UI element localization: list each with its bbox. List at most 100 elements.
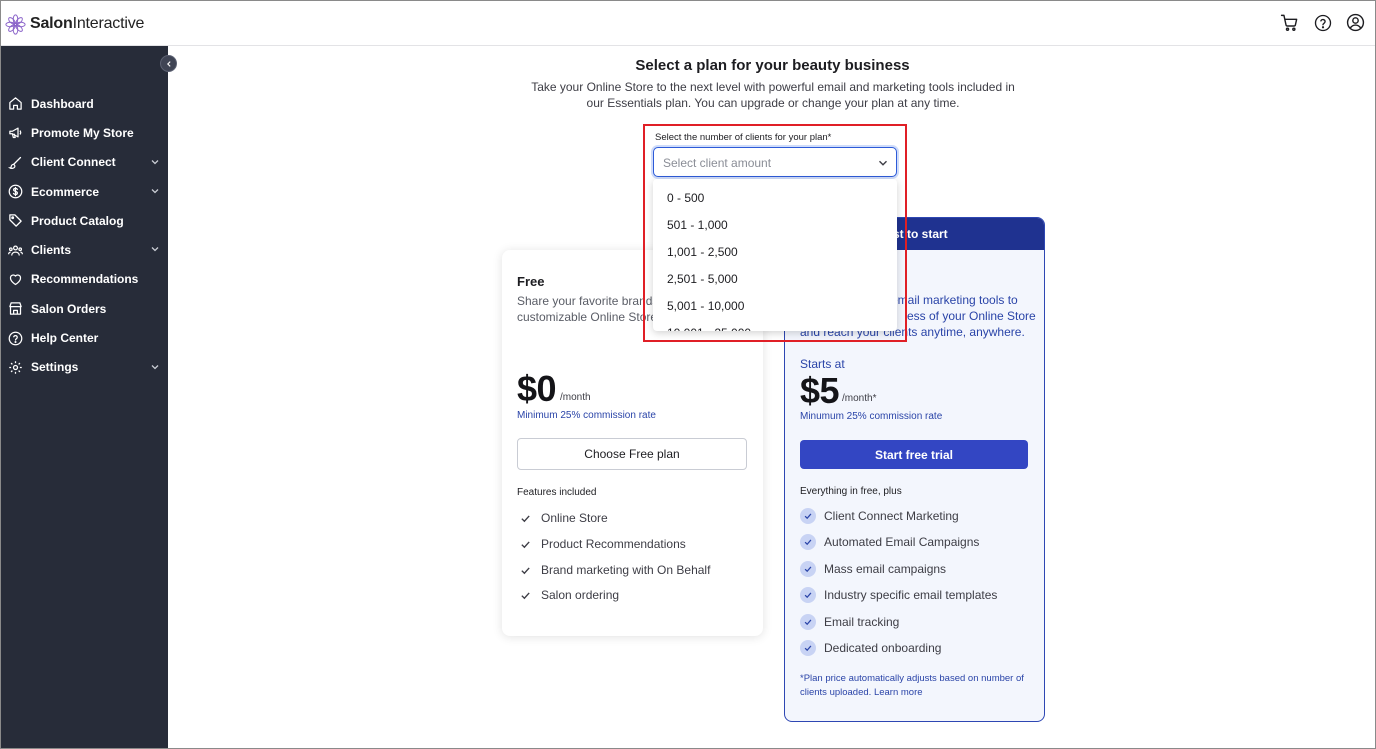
feature-item: Salon ordering: [517, 587, 619, 603]
help-circle-icon: [7, 330, 23, 346]
feature-item: Brand marketing with On Behalf: [517, 562, 710, 578]
pro-features-heading: Everything in free, plus: [800, 486, 902, 497]
feature-label: Dedicated onboarding: [824, 641, 942, 655]
client-amount-dropdown: 0 - 500 501 - 1,000 1,001 - 2,500 2,501 …: [653, 179, 897, 331]
main-content: Select a plan for your beauty business T…: [168, 46, 1375, 748]
free-plan-description-line: Share your favorite brands: [517, 294, 659, 308]
dropdown-option[interactable]: 0 - 500: [653, 184, 897, 211]
dropdown-option[interactable]: 1,001 - 2,500: [653, 238, 897, 265]
check-circle-icon: [800, 587, 816, 603]
sidebar-item-promote-my-store[interactable]: Promote My Store: [1, 118, 168, 147]
pro-plan-period: /month*: [842, 393, 877, 404]
feature-label: Industry specific email templates: [824, 588, 998, 602]
sidebar-item-label: Product Catalog: [31, 213, 124, 228]
check-icon: [517, 510, 533, 526]
dropdown-option[interactable]: 2,501 - 5,000: [653, 265, 897, 292]
page-title: Select a plan for your beauty business: [635, 57, 910, 74]
feature-item: Product Recommendations: [517, 536, 686, 552]
pro-plan-description-line: email marketing tools to: [891, 293, 1018, 307]
free-plan-period: /month: [560, 392, 591, 403]
sidebar-item-product-catalog[interactable]: Product Catalog: [1, 206, 168, 235]
pro-plan-commission: Minumum 25% commission rate: [800, 411, 943, 422]
feature-label: Automated Email Campaigns: [824, 535, 980, 549]
sidebar-item-ecommerce[interactable]: Ecommerce: [1, 177, 168, 206]
gear-icon: [7, 359, 23, 375]
sidebar-item-label: Recommendations: [31, 272, 139, 287]
store-icon: [7, 301, 23, 317]
pro-plan-price: $5: [800, 370, 840, 411]
feature-item: Industry specific email templates: [800, 587, 997, 603]
page-subtitle: Take your Online Store to the next level…: [531, 80, 1015, 110]
home-icon: [7, 96, 23, 112]
sidebar-item-label: Salon Orders: [31, 301, 107, 316]
feature-label: Product Recommendations: [541, 537, 686, 551]
top-bar: SalonInteractive: [1, 1, 1375, 46]
plan-footnote[interactable]: *Plan price automatically adjusts based …: [800, 672, 1030, 700]
sidebar-item-salon-orders[interactable]: Salon Orders: [1, 294, 168, 323]
dropdown-option[interactable]: 5,001 - 10,000: [653, 292, 897, 319]
pro-plan-description-line: ess of your Online Store: [907, 309, 1036, 323]
megaphone-icon: [7, 125, 23, 141]
chevron-down-icon: [151, 188, 159, 194]
flower-logo-icon: [5, 13, 26, 35]
check-circle-icon: [800, 640, 816, 656]
feature-item: Automated Email Campaigns: [800, 534, 979, 550]
account-icon[interactable]: [1346, 13, 1365, 32]
chevron-down-icon: [879, 160, 887, 166]
heart-icon: [7, 271, 23, 287]
sidebar-item-help-center[interactable]: Help Center: [1, 323, 168, 352]
cart-icon[interactable]: [1280, 13, 1299, 32]
select-placeholder: Select client amount: [663, 156, 772, 170]
start-free-trial-button[interactable]: Start free trial: [800, 440, 1028, 469]
dropdown-option[interactable]: 10,001 - 25,000: [653, 319, 897, 332]
sidebar-item-dashboard[interactable]: Dashboard: [1, 89, 168, 118]
sidebar-item-recommendations[interactable]: Recommendations: [1, 265, 168, 294]
check-icon: [517, 536, 533, 552]
sidebar-collapse-button[interactable]: [160, 55, 177, 72]
brush-icon: [7, 154, 23, 170]
feature-item: Online Store: [517, 510, 608, 526]
brand-logo[interactable]: SalonInteractive: [5, 13, 144, 35]
chevron-left-icon: [166, 60, 171, 67]
check-circle-icon: [800, 614, 816, 630]
check-icon: [517, 562, 533, 578]
sidebar-nav: Dashboard Promote My Store Client Connec…: [1, 89, 168, 382]
feature-label: Salon ordering: [541, 588, 620, 602]
feature-label: Email tracking: [824, 615, 900, 629]
sidebar-item-label: Settings: [31, 360, 79, 375]
app-window: SalonInteractive Dashboard Promote My St…: [0, 0, 1376, 749]
sidebar-item-client-connect[interactable]: Client Connect: [1, 148, 168, 177]
sidebar-item-label: Client Connect: [31, 155, 116, 170]
sidebar-item-label: Clients: [31, 243, 72, 258]
client-amount-label: Select the number of clients for your pl…: [655, 132, 832, 143]
check-icon: [517, 587, 533, 603]
dropdown-option[interactable]: 501 - 1,000: [653, 211, 897, 238]
sidebar-item-settings[interactable]: Settings: [1, 353, 168, 382]
free-plan-description-line: customizable Online Store.: [517, 310, 661, 324]
chevron-down-icon: [151, 364, 159, 370]
free-plan-price: $0: [517, 368, 557, 409]
feature-label: Brand marketing with On Behalf: [541, 563, 711, 577]
feature-item: Client Connect Marketing: [800, 508, 959, 524]
choose-free-plan-button[interactable]: Choose Free plan: [517, 438, 747, 470]
help-icon[interactable]: [1313, 13, 1332, 32]
free-plan-commission: Minimum 25% commission rate: [517, 410, 656, 421]
chevron-down-icon: [151, 159, 159, 165]
feature-label: Online Store: [541, 511, 608, 525]
feature-item: Email tracking: [800, 614, 899, 630]
sidebar-item-label: Dashboard: [31, 96, 94, 111]
feature-item: Dedicated onboarding: [800, 640, 941, 656]
free-plan-title: Free: [517, 274, 545, 289]
check-circle-icon: [800, 508, 816, 524]
chevron-down-icon: [151, 247, 159, 252]
client-amount-select[interactable]: Select client amount: [653, 147, 897, 177]
sidebar-item-label: Ecommerce: [31, 184, 100, 199]
feature-label: Client Connect Marketing: [824, 509, 959, 523]
free-features-heading: Features included: [517, 487, 597, 498]
feature-item: Mass email campaigns: [800, 561, 946, 577]
users-icon: [7, 242, 23, 258]
sidebar-item-clients[interactable]: Clients: [1, 235, 168, 264]
dollar-icon: [7, 184, 23, 200]
check-circle-icon: [800, 561, 816, 577]
starts-at-label: Starts at: [800, 357, 845, 371]
